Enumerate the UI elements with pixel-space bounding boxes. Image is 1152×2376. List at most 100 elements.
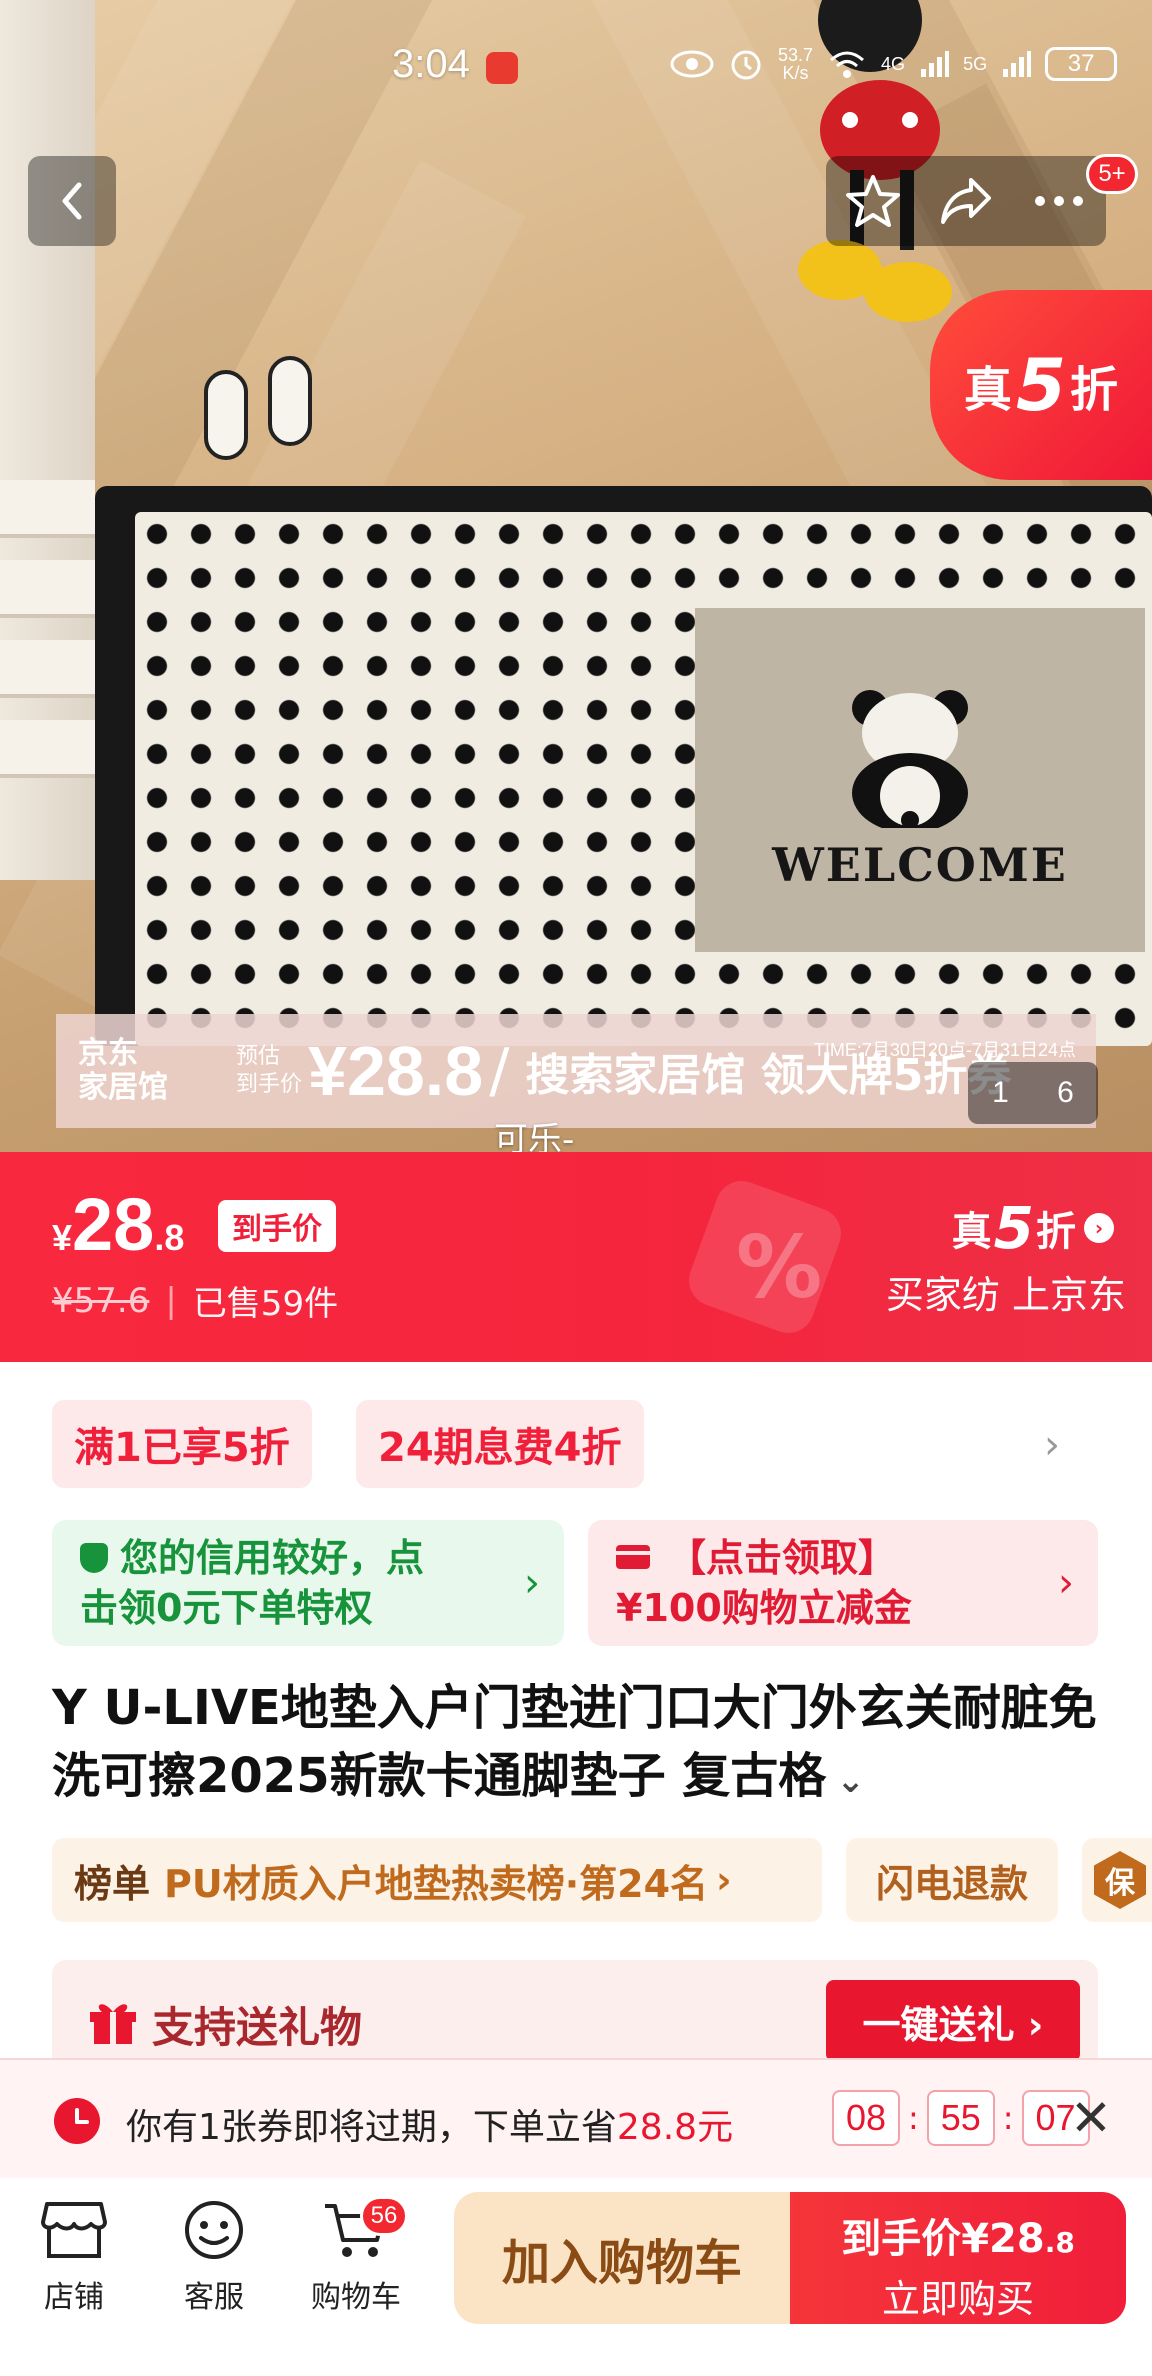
- signal-label-5g: 5G: [963, 54, 988, 74]
- promo-chip-installment[interactable]: 24期息费4折: [356, 1400, 644, 1488]
- claim-coupon-card[interactable]: 【点击领取】 ¥100购物立减金 ›: [588, 1520, 1098, 1646]
- jd-home-logo: 京东 家居馆: [78, 1036, 168, 1105]
- original-price: ¥57.6: [52, 1280, 150, 1321]
- price-bar: ¥28.8 到手价 ¥57.6 | 已售59件 % 真 5 折 › 买家纺 上京东: [0, 1152, 1152, 1362]
- mat-welcome-panel: WELCOME: [695, 608, 1145, 952]
- store-icon: [41, 2202, 107, 2258]
- message-badge: 5+: [1086, 154, 1138, 194]
- promo-banner[interactable]: 京东 家居馆 预估 到手价 ¥28.8 / 搜索家居馆 领大牌5折券 TIME:…: [56, 1014, 1096, 1128]
- promo-chip-discount[interactable]: 满1已享5折: [52, 1400, 312, 1488]
- timer-hours: 08: [832, 2090, 900, 2146]
- send-gift-button[interactable]: 一键送礼 ›: [826, 1980, 1080, 2062]
- chevron-down-icon[interactable]: ⌄: [836, 1761, 865, 1801]
- door-mat: WELCOME: [0, 486, 1152, 1046]
- promo-price: ¥28.8: [308, 1032, 484, 1110]
- gift-support-text: 支持送礼物: [152, 2003, 363, 2052]
- product-title-text: Y U-LIVE地垫入户门垫进门口大门外玄关耐脏免洗可擦2025新款卡通脚垫子 …: [52, 1680, 1097, 1804]
- coupon-line1: 【点击领取】: [668, 1536, 897, 1580]
- back-button[interactable]: [28, 156, 116, 246]
- store-label: 店铺: [44, 2280, 104, 2315]
- timer-minutes: 55: [926, 2090, 995, 2146]
- chevron-right-icon: ›: [716, 1858, 732, 1902]
- image-counter: 1 6: [968, 1062, 1098, 1124]
- product-title[interactable]: Y U-LIVE地垫入户门垫进门口大门外玄关耐脏免洗可擦2025新款卡通脚垫子 …: [52, 1674, 1102, 1815]
- discount-promo-subtitle: 买家纺 上京东: [885, 1273, 1126, 1317]
- discount-promo-link[interactable]: 真 5 折 ›: [952, 1194, 1114, 1262]
- discount-number: 5: [1015, 343, 1067, 427]
- percent-icon: %: [736, 1218, 823, 1318]
- ranking-label: 榜单: [74, 1861, 151, 1906]
- promo-price-label: 预估 到手价: [236, 1044, 303, 1097]
- cart-label: 购物车: [311, 2280, 401, 2315]
- slipper: [268, 356, 312, 446]
- mat-pattern: WELCOME: [135, 512, 1152, 1046]
- guarantee-icon: 保: [1094, 1851, 1146, 1909]
- star-icon[interactable]: [844, 172, 902, 230]
- ranking-chip[interactable]: 榜单 PU材质入户地垫热卖榜·第24名 ›: [52, 1838, 822, 1922]
- discount-prefix: 真: [963, 362, 1012, 418]
- signal-bars-icon: [1003, 51, 1032, 77]
- final-price-tag: 到手价: [218, 1200, 336, 1252]
- bottom-action-bar: 店铺 客服 购物车 56 加入购物车 到手价¥28.8 立即购买: [0, 2178, 1152, 2376]
- image-index: 1: [992, 1076, 1009, 1109]
- shield-icon: [80, 1543, 108, 1573]
- add-to-cart-button[interactable]: 加入购物车: [454, 2192, 790, 2324]
- chevron-right-icon: ›: [524, 1560, 540, 1606]
- notification-app-icon: [486, 52, 518, 84]
- panda-illustration: [852, 690, 968, 828]
- promo-divider: /: [489, 1036, 510, 1106]
- buy-now-label: 立即购买: [881, 2277, 1034, 2321]
- more-icon[interactable]: [1030, 172, 1088, 230]
- expiry-amount: 28.8元: [616, 2107, 734, 2148]
- slipper: [204, 370, 248, 460]
- service-label: 客服: [184, 2280, 244, 2315]
- signal-bars-icon: [921, 51, 950, 77]
- card-icon: [616, 1545, 650, 1569]
- image-total: 6: [1057, 1076, 1074, 1109]
- coupon-expiry-banner: 你有1张券即将过期，下单立省28.8元 08 : 55 : 07 ✕: [0, 2058, 1152, 2178]
- buy-now-button[interactable]: 到手价¥28.8 立即购买: [790, 2192, 1126, 2324]
- status-bar: 3:04 53.7 K/s 4G 5G 37: [0, 0, 1152, 134]
- fast-refund-chip[interactable]: 闪电退款: [846, 1838, 1058, 1922]
- wifi-icon: [830, 51, 865, 78]
- chat-face-icon: [185, 2201, 243, 2259]
- countdown-timer: 08 : 55 : 07: [832, 2090, 1090, 2146]
- clock-icon: [54, 2098, 100, 2144]
- discount-suffix: 折: [1070, 362, 1119, 418]
- alarm-icon: [731, 50, 761, 80]
- coupon-line2: ¥100购物立减金: [616, 1586, 912, 1630]
- credit-line1: 您的信用较好，点: [120, 1536, 425, 1580]
- store-button[interactable]: 店铺: [14, 2198, 134, 2316]
- buy-price-line: 到手价¥28.8: [841, 2216, 1075, 2262]
- cart-count-badge: 56: [360, 2196, 408, 2236]
- signal-label-4g: 4G: [881, 54, 906, 74]
- welcome-text: WELCOME: [772, 838, 1068, 892]
- chevron-right-icon[interactable]: ›: [1044, 1422, 1060, 1468]
- gift-icon: [90, 2004, 136, 2044]
- net-speed: 53.7 K/s: [778, 45, 814, 83]
- promo-time: TIME:7月30日20点-7月31日24点: [813, 1040, 1076, 1060]
- price-meta: ¥57.6 | 已售59件: [52, 1276, 338, 1325]
- current-price: ¥28.8: [52, 1183, 185, 1266]
- expiry-message: 你有1张券即将过期，下单立省28.8元: [126, 2107, 734, 2148]
- guarantee-chip[interactable]: 保: [1082, 1838, 1152, 1922]
- arrow-right-icon: ›: [1084, 1213, 1114, 1243]
- eye-icon: [670, 50, 714, 78]
- credit-privilege-card[interactable]: 您的信用较好，点 击领0元下单特权 ›: [52, 1520, 564, 1646]
- discount-tag[interactable]: 真5折: [930, 290, 1152, 480]
- chevron-left-icon: [62, 182, 82, 220]
- battery-indicator: 37: [1045, 47, 1118, 81]
- share-icon[interactable]: [937, 172, 995, 230]
- top-action-group: [826, 156, 1106, 246]
- divider: |: [165, 1280, 177, 1321]
- status-icons: 53.7 K/s 4G 5G 37: [670, 44, 1118, 84]
- close-icon[interactable]: ✕: [1070, 2090, 1112, 2146]
- variant-caption: 可乐-: [494, 1120, 575, 1152]
- product-image-carousel[interactable]: WELCOME 3:04 53.7 K/s 4G 5G 37 5+ 真5折 京东…: [0, 0, 1152, 1152]
- sold-count: 已售59件: [192, 1284, 339, 1324]
- status-time: 3:04: [392, 42, 470, 86]
- credit-line2: 击领0元下单特权: [80, 1586, 373, 1630]
- chevron-right-icon: ›: [1058, 1560, 1074, 1606]
- ranking-text: PU材质入户地垫热卖榜·第24名: [164, 1861, 709, 1906]
- customer-service-button[interactable]: 客服: [154, 2198, 274, 2316]
